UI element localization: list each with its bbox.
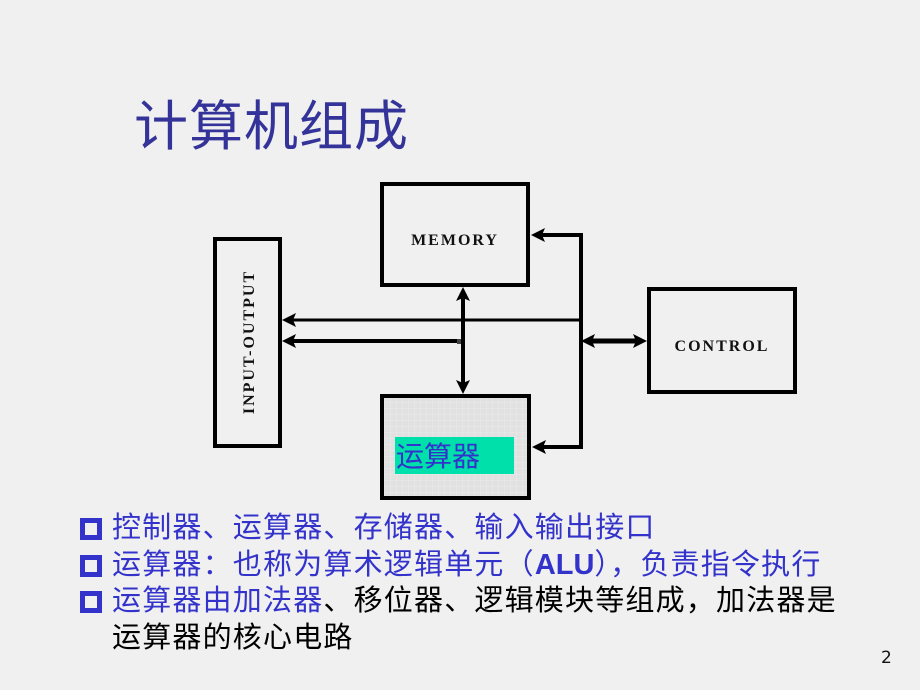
arrow-bus-to-input-output-upper [282, 313, 581, 327]
bullet-item-continuation: 运算器的核心电路 [0, 619, 920, 656]
input-output-box: INPUT-OUTPUT [213, 237, 282, 448]
arrow-bus-to-alu [532, 440, 583, 454]
input-output-label: INPUT-OUTPUT [241, 270, 258, 414]
hollow-square-bullet-icon [80, 518, 102, 540]
bullet-text: 、移位器、逻辑模块等组成，加法器是 [323, 583, 837, 617]
bullet-text: 控制器、运算器、存储器、输入输出接口 [112, 510, 656, 544]
bullet-text: 运算器：也称为算术逻辑单元（ [112, 546, 535, 581]
control-box: CONTROL [647, 287, 797, 394]
hollow-square-bullet-icon [80, 554, 102, 577]
bullet-item: 运算器由加法器、移位器、逻辑模块等组成，加法器是 [0, 582, 920, 619]
alu-box: 运算器 [380, 394, 531, 500]
arrow-bus-control-bidirectional [581, 334, 647, 348]
bullet-item: 控制器、运算器、存储器、输入输出接口 [0, 509, 920, 546]
bullet-text: 运算器的核心电路 [112, 619, 354, 654]
memory-label: MEMORY [411, 232, 499, 249]
bullet-item: 运算器：也称为算术逻辑单元（ALU），负责指令执行 [0, 546, 920, 583]
page-number: 2 [881, 648, 892, 668]
bullet-text-alu: ALU [534, 548, 595, 581]
control-label: CONTROL [675, 338, 770, 355]
alu-label: 运算器 [396, 440, 480, 473]
bullet-list: 控制器、运算器、存储器、输入输出接口 运算器：也称为算术逻辑单元（ALU），负责… [0, 509, 920, 655]
bullet-text-highlighted: 运算器由加法器 [112, 583, 324, 617]
arrow-bus-to-memory [531, 228, 583, 242]
memory-box: MEMORY [380, 182, 530, 287]
bullet-text: ），负责指令执行 [594, 546, 822, 581]
arrow-alu-memory-to-input-output-lower [282, 334, 462, 348]
hollow-square-bullet-icon [80, 591, 102, 613]
